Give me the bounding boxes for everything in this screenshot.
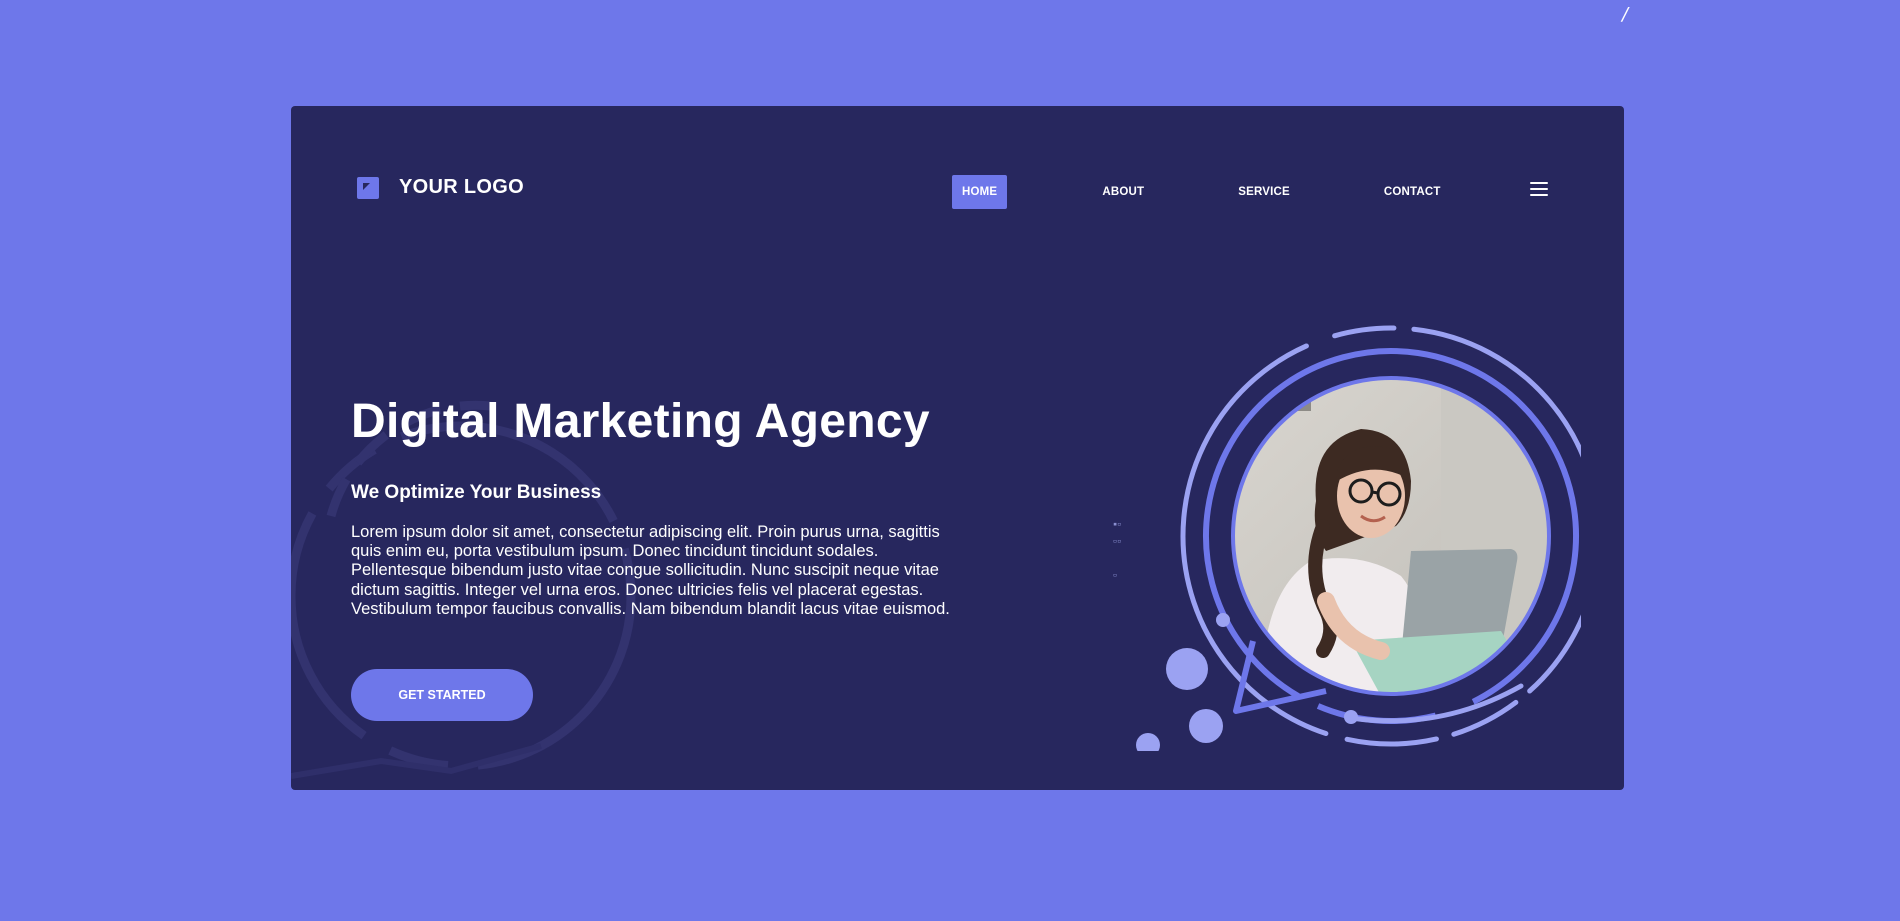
nav-contact[interactable]: CONTACT [1384, 186, 1441, 198]
hero-illustration [1136, 325, 1581, 751]
logo-text: YOUR LOGO [399, 176, 524, 198]
main-nav: HOME ABOUT SERVICE CONTACT [952, 175, 1536, 209]
nav-about[interactable]: ABOUT [1102, 186, 1144, 198]
nav-service[interactable]: SERVICE [1238, 186, 1290, 198]
square-arrow-icon [357, 176, 379, 199]
get-started-button[interactable]: GET STARTED [351, 669, 533, 721]
hero-card: YOUR LOGO HOME ABOUT SERVICE CONTACT Dig… [291, 106, 1624, 790]
corner-slash-mark: / [1622, 4, 1629, 25]
nav-home[interactable]: HOME [952, 175, 1008, 209]
woman-with-laptop-photo [1233, 378, 1549, 694]
logo[interactable]: YOUR LOGO [357, 176, 524, 199]
hero-subtitle: We Optimize Your Business [351, 482, 602, 503]
hamburger-menu-icon[interactable] [1530, 182, 1548, 196]
hero-title: Digital Marketing Agency [351, 395, 930, 448]
hero-body-text: Lorem ipsum dolor sit amet, consectetur … [351, 523, 950, 618]
